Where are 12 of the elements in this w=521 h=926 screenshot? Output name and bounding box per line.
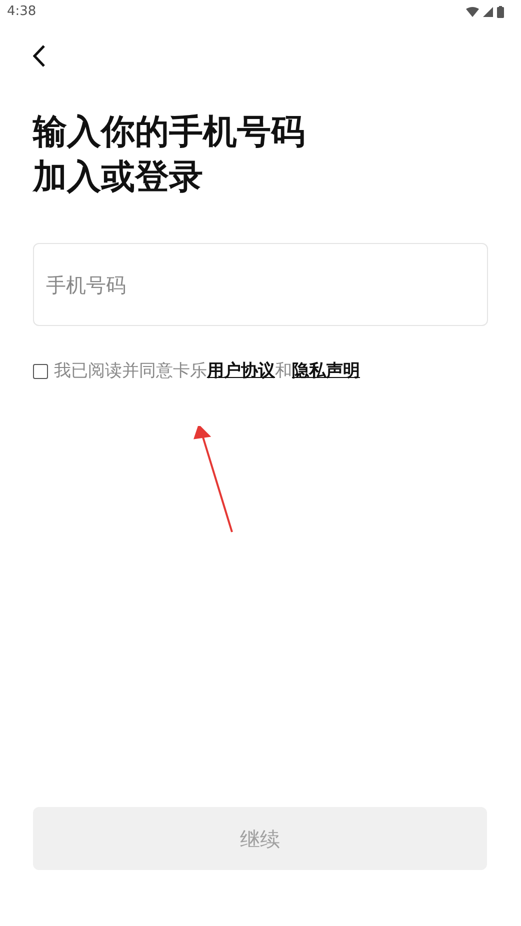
page-title: 加入或登录: [33, 156, 204, 199]
wifi-icon: [466, 7, 479, 17]
policy-link[interactable]: 隐私声明: [292, 361, 360, 381]
policy-link[interactable]: 用户协议: [207, 361, 275, 381]
signal-icon: [483, 7, 493, 17]
back-button[interactable]: [33, 44, 47, 68]
page-title: 输入你的手机号码: [33, 111, 306, 154]
battery-icon: [497, 6, 504, 18]
status-time: 4:38: [7, 3, 36, 22]
phone-input-field[interactable]: 手机号码: [33, 243, 488, 326]
agreement-text: 我已阅读并同意卡乐用户协议和隐私声明: [54, 360, 360, 383]
agreement-checkbox[interactable]: [33, 364, 48, 380]
